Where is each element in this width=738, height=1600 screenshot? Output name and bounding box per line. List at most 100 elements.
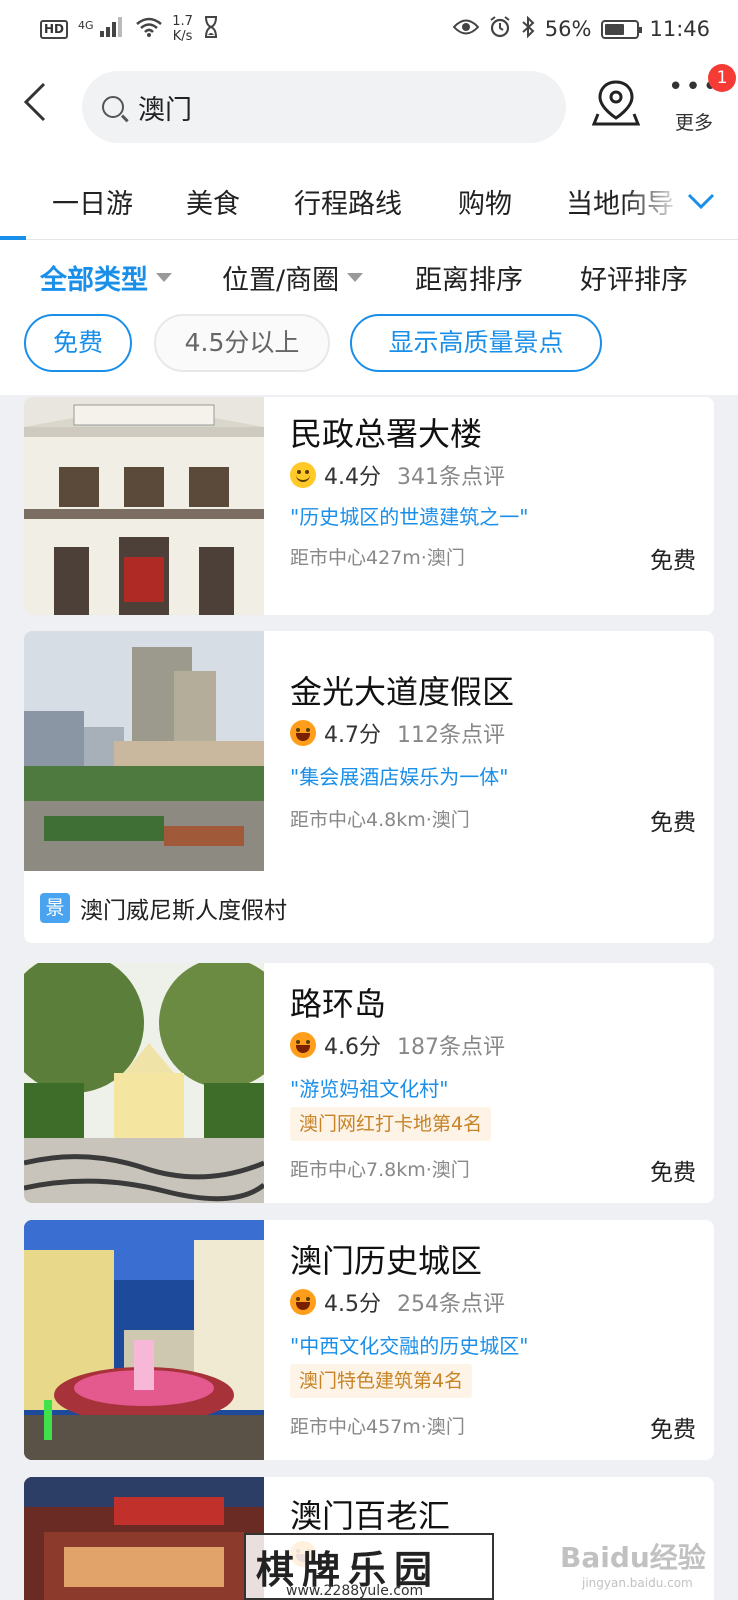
network-speed: 1.7 K/s [172,14,193,44]
filter-location-label: 位置/商圈 [222,265,340,296]
attraction-image [24,631,264,871]
attraction-title: 澳门历史城区 [290,1242,483,1280]
scenic-icon: 景 [40,893,70,923]
attraction-price: 免费 [650,1417,696,1443]
baidu-logo: Baidu经验 [560,1541,706,1574]
search-icon [102,96,124,118]
caret-down-icon [347,273,364,282]
site-watermark: 棋牌乐园 www.2288yule.com [244,1533,494,1600]
review-count: 112条点评 [397,723,505,748]
eye-icon [452,17,480,41]
related-attraction[interactable]: 景 澳门威尼斯人度假村 [40,891,287,925]
related-attraction-label: 澳门威尼斯人度假村 [80,898,287,924]
status-right: 56% 11:46 [452,15,710,43]
chip-free[interactable]: 免费 [24,314,132,372]
network-type: 4G [78,18,94,32]
attraction-price: 免费 [650,548,696,574]
alarm-icon [489,15,511,43]
attraction-title: 金光大道度假区 [290,673,515,711]
chip-score-45[interactable]: 4.5分以上 [154,314,330,372]
chip-high-quality[interactable]: 显示高质量景点 [350,314,602,372]
attraction-price: 免费 [650,810,696,836]
review-count: 254条点评 [397,1292,505,1317]
attraction-distance: 距市中心4.8km·澳门 [290,809,470,831]
caret-down-icon [156,273,172,282]
rating-score: 4.7分 [324,723,381,748]
ranking-tag[interactable]: 澳门网红打卡地第4名 [290,1107,492,1141]
bluetooth-icon [521,15,535,43]
attraction-title: 民政总署大楼 [290,415,483,453]
map-location-button[interactable] [590,78,650,138]
attraction-image [24,963,264,1203]
smile-face-icon [290,462,316,488]
signal-icon: 4G [78,16,126,42]
rating-score: 4.6分 [324,1035,381,1060]
chevron-left-icon [23,82,46,122]
chevron-down-icon [687,193,715,210]
hd-icon: HD [40,19,69,39]
notification-badge: 1 [708,64,736,92]
filter-location[interactable]: 位置/商圈 [222,258,364,297]
attraction-image [24,397,264,615]
review-count: 341条点评 [397,465,505,490]
laugh-face-icon [290,720,316,746]
search-header: 澳门 ••• 更多 1 [0,58,738,164]
search-input[interactable]: 澳门 [82,71,566,143]
filter-type[interactable]: 全部类型 [40,258,172,297]
tab-shopping[interactable]: 购物 [458,182,512,221]
attraction-title: 路环岛 [290,985,387,1023]
attraction-image [24,1220,264,1460]
status-left: HD 4G 1.7 K/s [40,14,219,44]
review-count: 187条点评 [397,1035,505,1060]
attraction-title: 澳门百老汇 [290,1497,451,1535]
filter-rating[interactable]: 好评排序 [580,258,688,297]
hourglass-icon [203,15,219,43]
rating-row: 4.4分 341条点评 [290,459,505,491]
speed-value: 1.7 [172,14,193,29]
filter-type-label: 全部类型 [40,265,148,296]
attraction-card[interactable]: 民政总署大楼 4.4分 341条点评 "历史城区的世遗建筑之一" 距市中心427… [24,397,714,615]
attraction-price: 免费 [650,1160,696,1186]
search-query: 澳门 [138,94,192,126]
laugh-face-icon [290,1032,316,1058]
attraction-distance: 距市中心457m·澳门 [290,1416,465,1438]
battery-percent: 56% [544,17,592,41]
attraction-distance: 距市中心7.8km·澳门 [290,1159,470,1181]
attraction-quote: "游览妈祖文化村" [290,1077,449,1101]
tab-fade [624,164,684,236]
watermark-url: www.2288yule.com [286,1583,424,1599]
attraction-card[interactable]: 路环岛 4.6分 187条点评 "游览妈祖文化村" 澳门网红打卡地第4名 距市中… [24,963,714,1203]
wifi-icon [136,17,163,42]
attraction-distance: 距市中心427m·澳门 [290,547,465,569]
filter-bar: 全部类型 位置/商圈 距离排序 好评排序 免费 4.5分以上 显示高质量景点 [0,240,738,395]
map-pin-icon [591,80,641,126]
back-button[interactable] [20,80,60,128]
attraction-image [24,1477,264,1600]
battery-fill [605,23,625,35]
laugh-face-icon [290,1289,316,1315]
more-button[interactable]: ••• 更多 1 [664,64,736,138]
attraction-quote: "中西文化交融的历史城区" [290,1334,529,1358]
baidu-watermark: Baidu经验 jingyan.baidu.com [560,1532,710,1592]
expand-tabs-button[interactable] [686,186,716,216]
baidu-url: jingyan.baidu.com [582,1576,693,1590]
rating-row: 4.5分 254条点评 [290,1286,505,1318]
rating-row: 4.7分 112条点评 [290,717,505,749]
attraction-list: 民政总署大楼 4.4分 341条点评 "历史城区的世遗建筑之一" 距市中心427… [0,395,738,1600]
battery-icon [601,19,643,39]
attraction-card[interactable]: 澳门历史城区 4.5分 254条点评 "中西文化交融的历史城区" 澳门特色建筑第… [24,1220,714,1460]
tab-itinerary[interactable]: 行程路线 [294,182,402,221]
ranking-tag[interactable]: 澳门特色建筑第4名 [290,1364,473,1398]
category-tabs: 一日游 美食 行程路线 购物 当地向导 [0,164,738,240]
status-bar: HD 4G 1.7 K/s 56% 11:46 [0,0,738,58]
attraction-quote: "历史城区的世遗建筑之一" [290,505,529,529]
tab-day-tour[interactable]: 一日游 [52,182,133,221]
clock: 11:46 [649,17,710,41]
filter-distance[interactable]: 距离排序 [415,258,523,297]
speed-unit: K/s [172,29,193,44]
tab-food[interactable]: 美食 [186,182,240,221]
rating-score: 4.5分 [324,1292,381,1317]
attraction-card[interactable]: 金光大道度假区 4.7分 112条点评 "集会展酒店娱乐为一体" 距市中心4.8… [24,631,714,943]
more-label: 更多 [674,112,713,134]
attraction-quote: "集会展酒店娱乐为一体" [290,765,509,789]
